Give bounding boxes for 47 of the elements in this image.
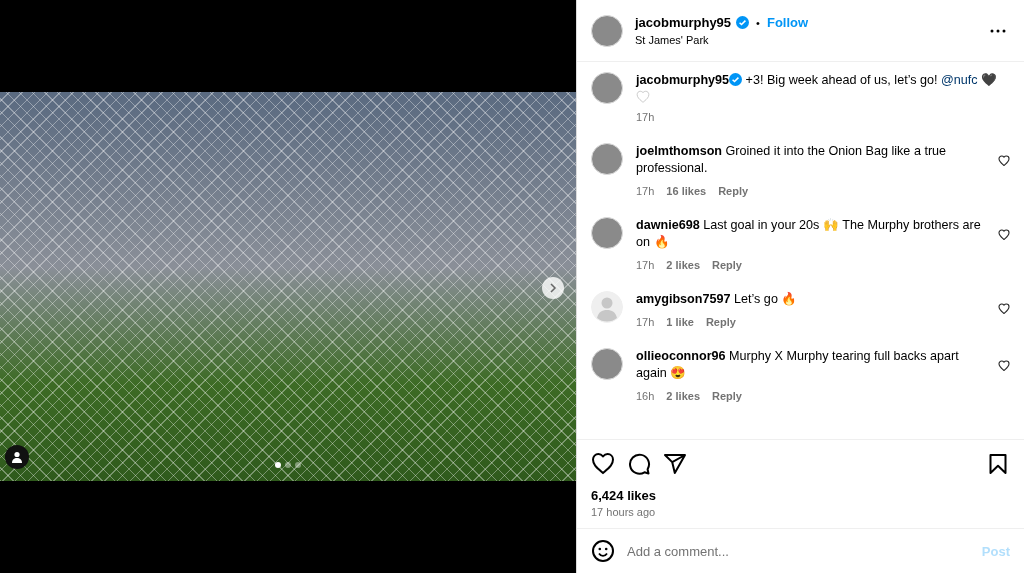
username-link[interactable]: ollieoconnor96 [636,349,726,363]
reply-link[interactable]: Reply [705,316,736,328]
comment-time: 17h [636,316,655,328]
carousel-dot[interactable] [275,462,281,468]
likes-count[interactable]: 6,424 likes [591,488,1010,503]
mention-link[interactable]: @nufc [941,73,978,87]
post-time: 17 hours ago [591,506,657,518]
comment-text: ollieoconnor96 Murphy X Murphy tearing full backs apart again 😍 [636,348,960,382]
username-link[interactable]: amygibson7597 [636,292,731,306]
heart-icon[interactable] [998,229,1010,240]
carousel-dot[interactable] [285,462,291,468]
user-tag-icon[interactable] [5,445,29,469]
username-link[interactable]: dawnie698 [636,218,700,232]
username-link[interactable]: jacobmurphy95 [636,73,730,87]
avatar[interactable] [591,217,623,249]
avatar[interactable] [591,72,623,104]
heart-icon[interactable] [998,303,1010,314]
emoji-icon[interactable] [591,539,615,563]
avatar[interactable] [591,14,623,47]
avatar[interactable] [591,143,623,175]
comment-text: dawnie698 Last goal in your 20s 🙌 The Murphy brothers are on 🔥 [636,217,982,251]
heart-icon[interactable] [998,360,1010,371]
reply-link[interactable]: Reply [712,259,742,271]
comment-time: 17h [636,111,655,123]
follow-button[interactable]: Follow [766,15,809,30]
comment-time: 17h [636,259,655,271]
comment-icon[interactable] [627,452,651,476]
comment-likes[interactable]: 1 like [666,316,694,328]
comment-text: joelmthomson Groined it into the Onion Bag like a true professional. [636,143,948,177]
username-link[interactable]: joelmthomson [636,144,723,158]
reply-link[interactable]: Reply [718,185,749,197]
reply-link[interactable]: Reply [712,390,742,402]
comment-time: 17h [636,185,655,197]
separator: • [756,16,760,29]
comment-likes[interactable]: 2 likes [666,390,700,402]
heart-icon[interactable] [998,155,1010,166]
comment-time: 16h [636,390,655,402]
carousel-dot[interactable] [295,462,301,468]
comment-text: amygibson7597 Let’s go 🔥 [636,291,799,308]
location-link[interactable]: St James' Park [635,34,974,46]
share-icon[interactable] [663,452,687,476]
like-heart-icon[interactable] [591,452,615,476]
comment-likes[interactable]: 2 likes [666,259,700,271]
caption-text: jacobmurphy95 +3! Big week ahead of us, let’s go! @nufc 🖤 [636,72,999,89]
comment-likes[interactable]: 16 likes [666,185,707,197]
avatar[interactable] [591,348,623,380]
username[interactable]: jacobmurphy95 [635,15,732,30]
